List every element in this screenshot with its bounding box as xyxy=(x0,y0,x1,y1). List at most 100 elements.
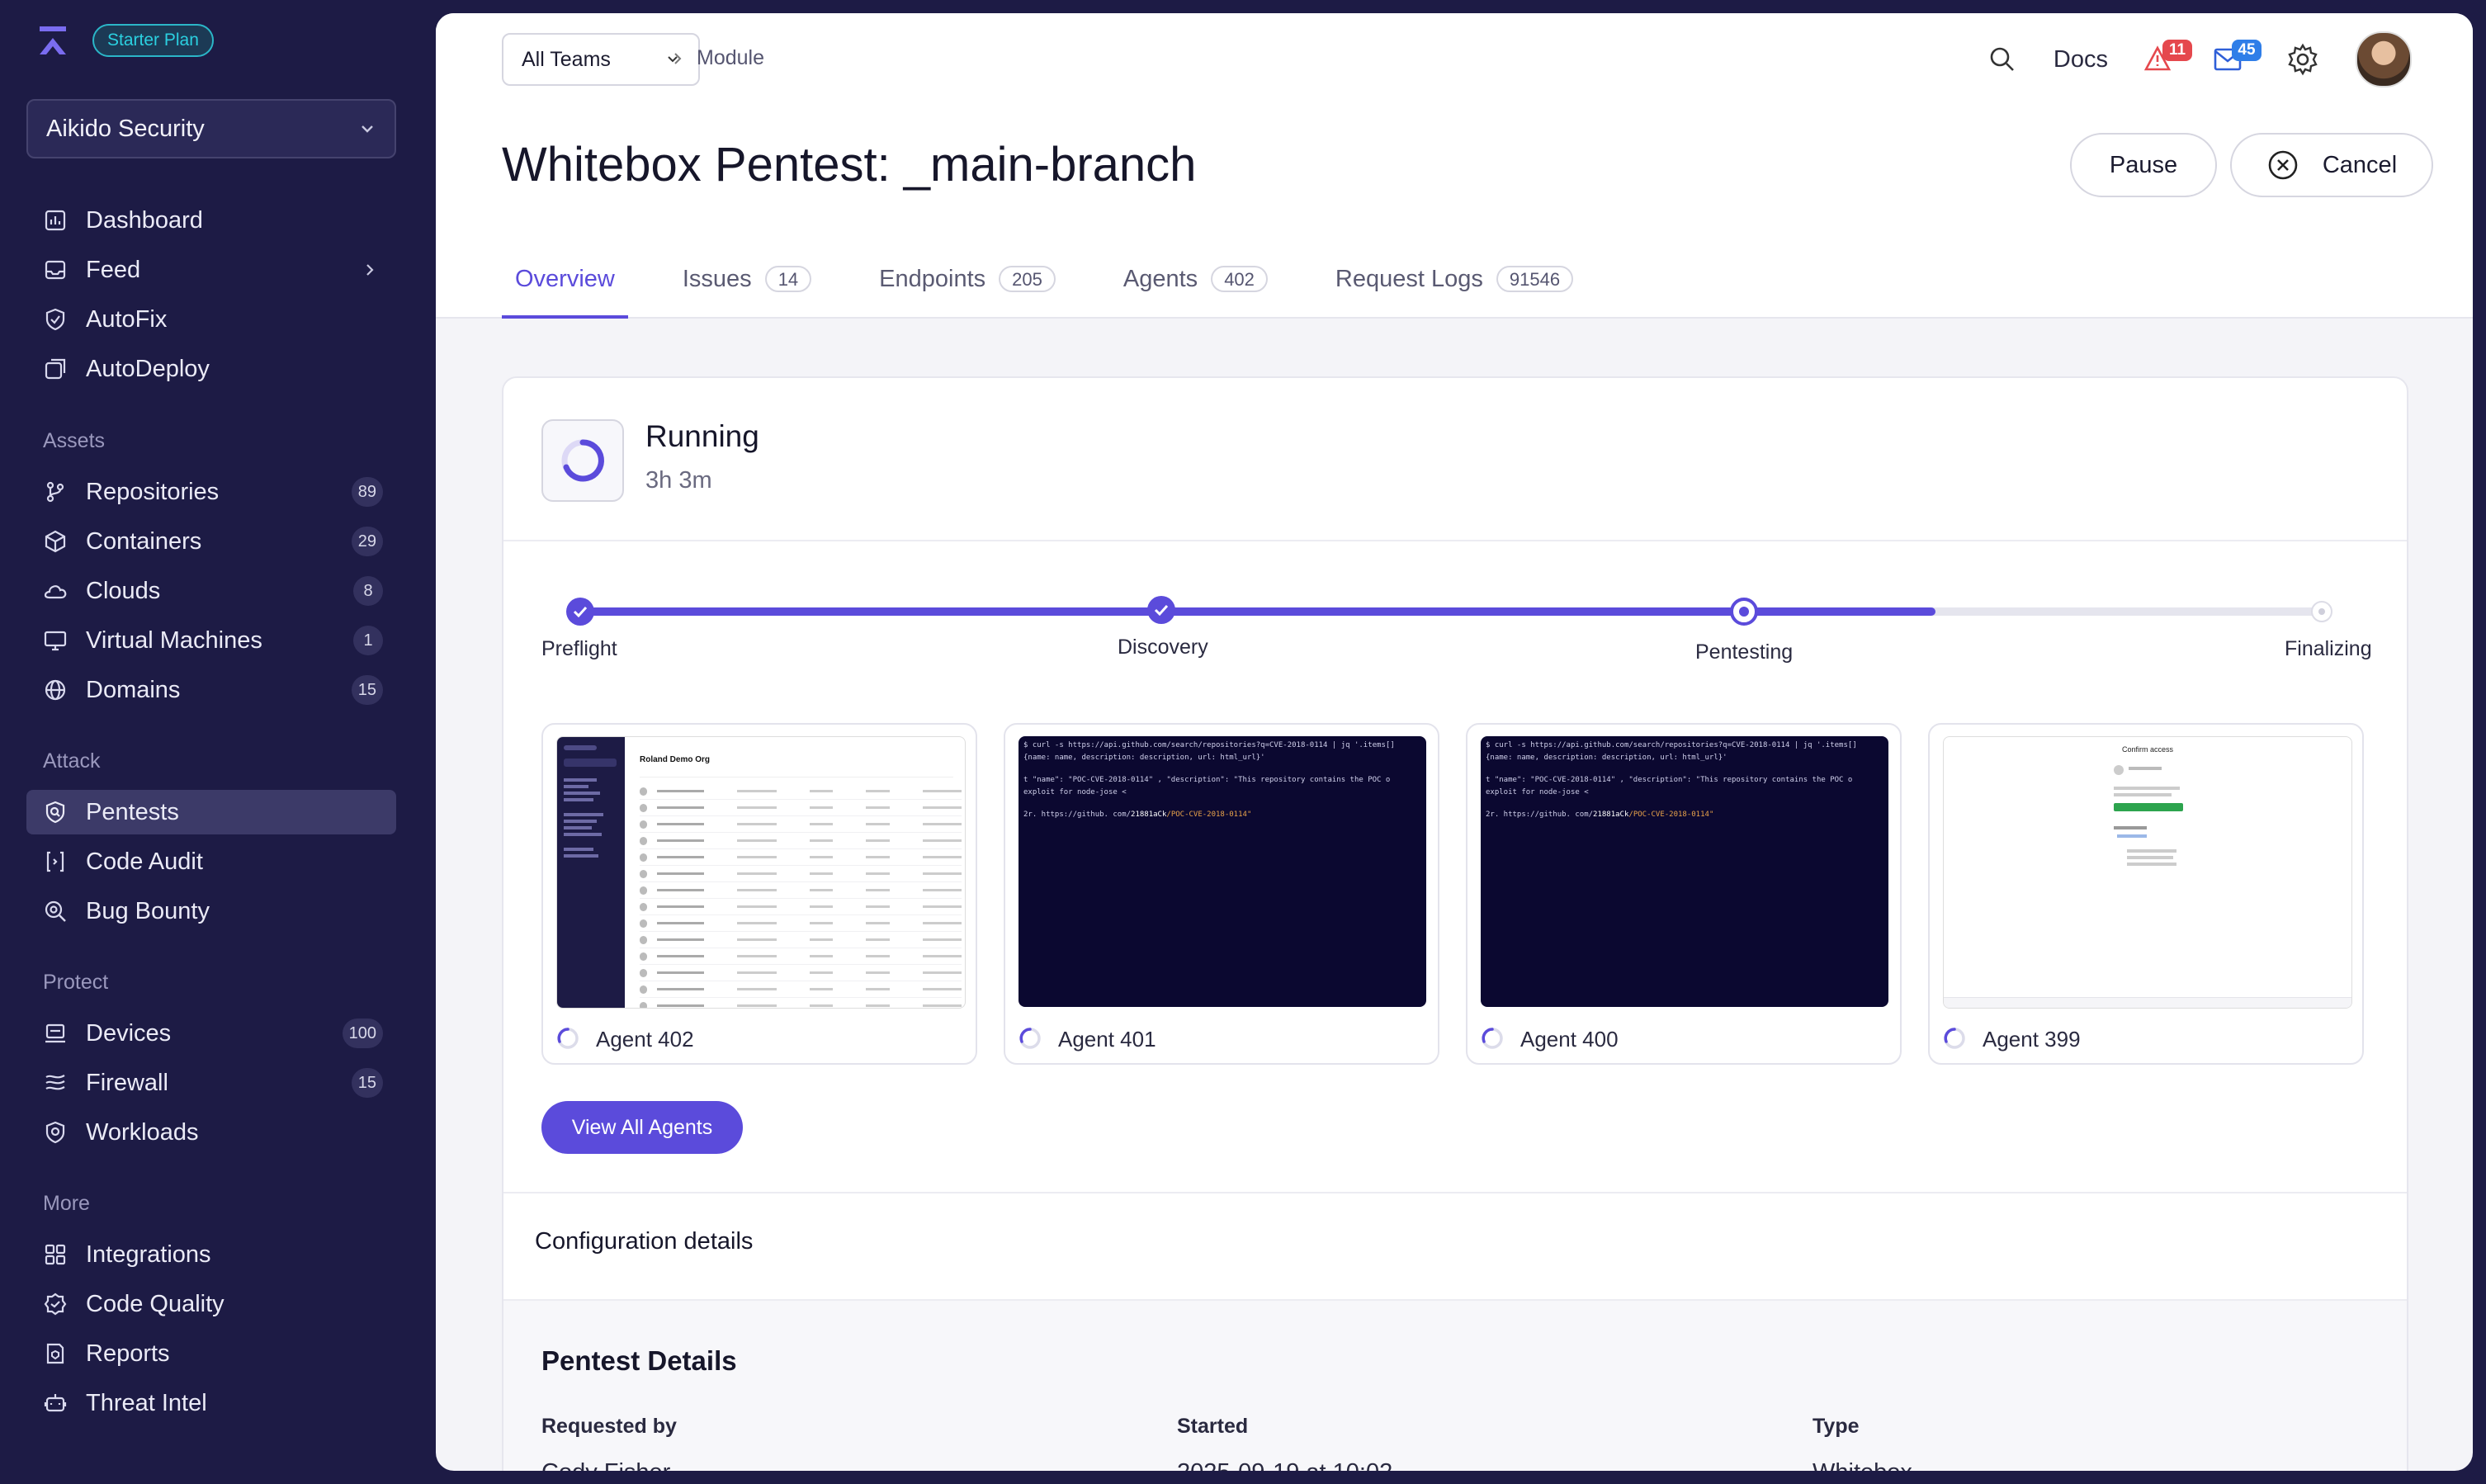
section-label-assets: Assets xyxy=(43,429,106,452)
sidebar-item-label: Integrations xyxy=(86,1241,211,1268)
thumb-table-row xyxy=(640,915,962,932)
sidebar-item-clouds[interactable]: Clouds 8 xyxy=(26,569,396,613)
thumb-confirm-title: Confirm access xyxy=(2121,745,2173,754)
thumb-table-row xyxy=(640,800,962,816)
terminal-line: 2r. https://github. com/21881aCk/POC-CVE… xyxy=(1023,811,1252,819)
sidebar-item-label: Clouds xyxy=(86,577,161,604)
close-circle-icon xyxy=(2268,150,2298,180)
status-elapsed-time: 3h 3m xyxy=(645,467,712,494)
sidebar-item-label: AutoFix xyxy=(86,305,168,333)
sidebar-item-label: AutoDeploy xyxy=(86,355,210,382)
sidebar-item-domains[interactable]: Domains 15 xyxy=(26,668,396,712)
tab-overview[interactable]: Overview xyxy=(502,249,628,319)
count-badge: 100 xyxy=(342,1018,383,1048)
section-label-more: More xyxy=(43,1192,90,1215)
tab-label: Overview xyxy=(515,266,615,292)
sidebar-item-pentests[interactable]: Pentests xyxy=(26,790,396,834)
cancel-button[interactable]: Cancel xyxy=(2230,133,2433,197)
thumb-table-row xyxy=(640,783,962,800)
step-discovery-done xyxy=(1147,596,1175,624)
sidebar-item-dashboard[interactable]: Dashboard xyxy=(26,198,396,243)
check-icon xyxy=(1154,604,1169,617)
container-box-icon xyxy=(45,530,66,553)
aikido-logo-icon[interactable] xyxy=(36,23,69,58)
sidebar-item-threat-intel[interactable]: Threat Intel xyxy=(26,1381,396,1425)
sidebar-item-code-quality[interactable]: Code Quality xyxy=(26,1282,396,1326)
pause-button[interactable]: Pause xyxy=(2070,133,2217,197)
step-preflight-done xyxy=(566,598,594,626)
sidebar-item-autodeploy[interactable]: AutoDeploy xyxy=(26,347,396,391)
sidebar-item-firewall[interactable]: Firewall 15 xyxy=(26,1061,396,1105)
bug-search-icon xyxy=(45,900,66,922)
thumb-table-row xyxy=(640,948,962,965)
cloud-icon xyxy=(44,585,67,599)
sidebar-item-label: Reports xyxy=(86,1340,170,1367)
tab-count: 205 xyxy=(999,266,1056,292)
count-badge: 8 xyxy=(353,576,383,606)
settings-button[interactable] xyxy=(2286,43,2319,76)
pentest-overview-card: Running 3h 3m Preflight Discovery Pentes… xyxy=(502,376,2408,1471)
report-shield-icon xyxy=(46,1343,64,1364)
tab-endpoints[interactable]: Endpoints 205 xyxy=(866,249,1069,317)
sidebar-item-workloads[interactable]: Workloads xyxy=(26,1110,396,1155)
tab-issues[interactable]: Issues 14 xyxy=(669,249,825,317)
top-toolbar: Docs 11 45 xyxy=(1951,31,2412,87)
chevron-right-icon xyxy=(674,53,682,64)
section-label-protect: Protect xyxy=(43,971,109,994)
sidebar-item-code-audit[interactable]: Code Audit xyxy=(26,839,396,884)
breadcrumb-module[interactable]: Module xyxy=(697,46,764,70)
agent-card-399[interactable]: Confirm access Agent 399 xyxy=(1928,723,2364,1065)
tab-request-logs[interactable]: Request Logs 91546 xyxy=(1322,249,1586,317)
thumb-table-row xyxy=(640,998,962,1008)
inbox-button[interactable]: 45 xyxy=(2214,40,2262,74)
sidebar-item-containers[interactable]: Containers 29 xyxy=(26,519,396,564)
sidebar-item-label: Code Quality xyxy=(86,1290,224,1317)
step-finalizing-pending xyxy=(2311,601,2332,622)
search-button[interactable] xyxy=(1987,45,2017,74)
docs-link[interactable]: Docs xyxy=(2054,46,2108,73)
deploy-icon xyxy=(45,358,66,380)
sidebar-item-feed[interactable]: Feed xyxy=(26,248,396,292)
thumb-org-title: Roland Demo Org xyxy=(640,755,711,764)
tab-label: Request Logs xyxy=(1335,266,1483,292)
monitor-icon xyxy=(44,631,67,651)
count-badge: 1 xyxy=(353,626,383,655)
view-all-agents-button[interactable]: View All Agents xyxy=(541,1101,743,1154)
detail-value-type: Whitebox xyxy=(1813,1459,1912,1471)
sidebar-item-integrations[interactable]: Integrations xyxy=(26,1232,396,1277)
agent-card-400[interactable]: $ curl -s https://api.github.com/search/… xyxy=(1466,723,1902,1065)
sidebar-item-label: Domains xyxy=(86,676,181,703)
sidebar-item-devices[interactable]: Devices 100 xyxy=(26,1011,396,1056)
spinner-icon xyxy=(1019,1028,1041,1049)
plan-badge[interactable]: Starter Plan xyxy=(92,24,214,57)
user-avatar[interactable] xyxy=(2356,31,2412,87)
tab-label: Endpoints xyxy=(879,266,986,292)
detail-label-requested-by: Requested by xyxy=(541,1415,677,1438)
sidebar-item-autofix[interactable]: AutoFix xyxy=(26,297,396,342)
shield-check-icon xyxy=(45,308,65,331)
configuration-details-toggle[interactable]: Configuration details xyxy=(535,1228,753,1255)
tab-label: Agents xyxy=(1122,266,1198,292)
sidebar-item-label: Workloads xyxy=(86,1118,199,1146)
count-badge: 29 xyxy=(351,527,383,556)
agent-card-402[interactable]: Roland Demo Org Agent 402 xyxy=(541,723,977,1065)
agent-card-401[interactable]: $ curl -s https://api.github.com/search/… xyxy=(1004,723,1439,1065)
mail-count-badge: 45 xyxy=(2232,40,2262,61)
sidebar-item-repositories[interactable]: Repositories 89 xyxy=(26,470,396,514)
team-select-value: All Teams xyxy=(522,47,611,71)
agent-screenshot-thumbnail: Confirm access xyxy=(1943,736,2352,1009)
check-icon xyxy=(573,606,588,618)
sidebar-item-virtual-machines[interactable]: Virtual Machines 1 xyxy=(26,618,396,663)
divider xyxy=(503,540,2407,541)
sidebar-item-reports[interactable]: Reports xyxy=(26,1331,396,1376)
alerts-button[interactable]: 11 xyxy=(2144,40,2192,74)
terminal-line: {name: name, description: description, u… xyxy=(1023,754,1265,762)
globe-icon xyxy=(45,679,66,701)
count-badge: 15 xyxy=(351,1068,383,1098)
detail-value-requested-by: Cody Fisher xyxy=(541,1459,670,1471)
org-select[interactable]: Aikido Security xyxy=(26,99,396,158)
sidebar-item-label: Pentests xyxy=(86,798,179,825)
spinner-icon xyxy=(561,439,604,482)
tab-agents[interactable]: Agents 402 xyxy=(1110,249,1281,317)
sidebar-item-bug-bounty[interactable]: Bug Bounty xyxy=(26,889,396,933)
